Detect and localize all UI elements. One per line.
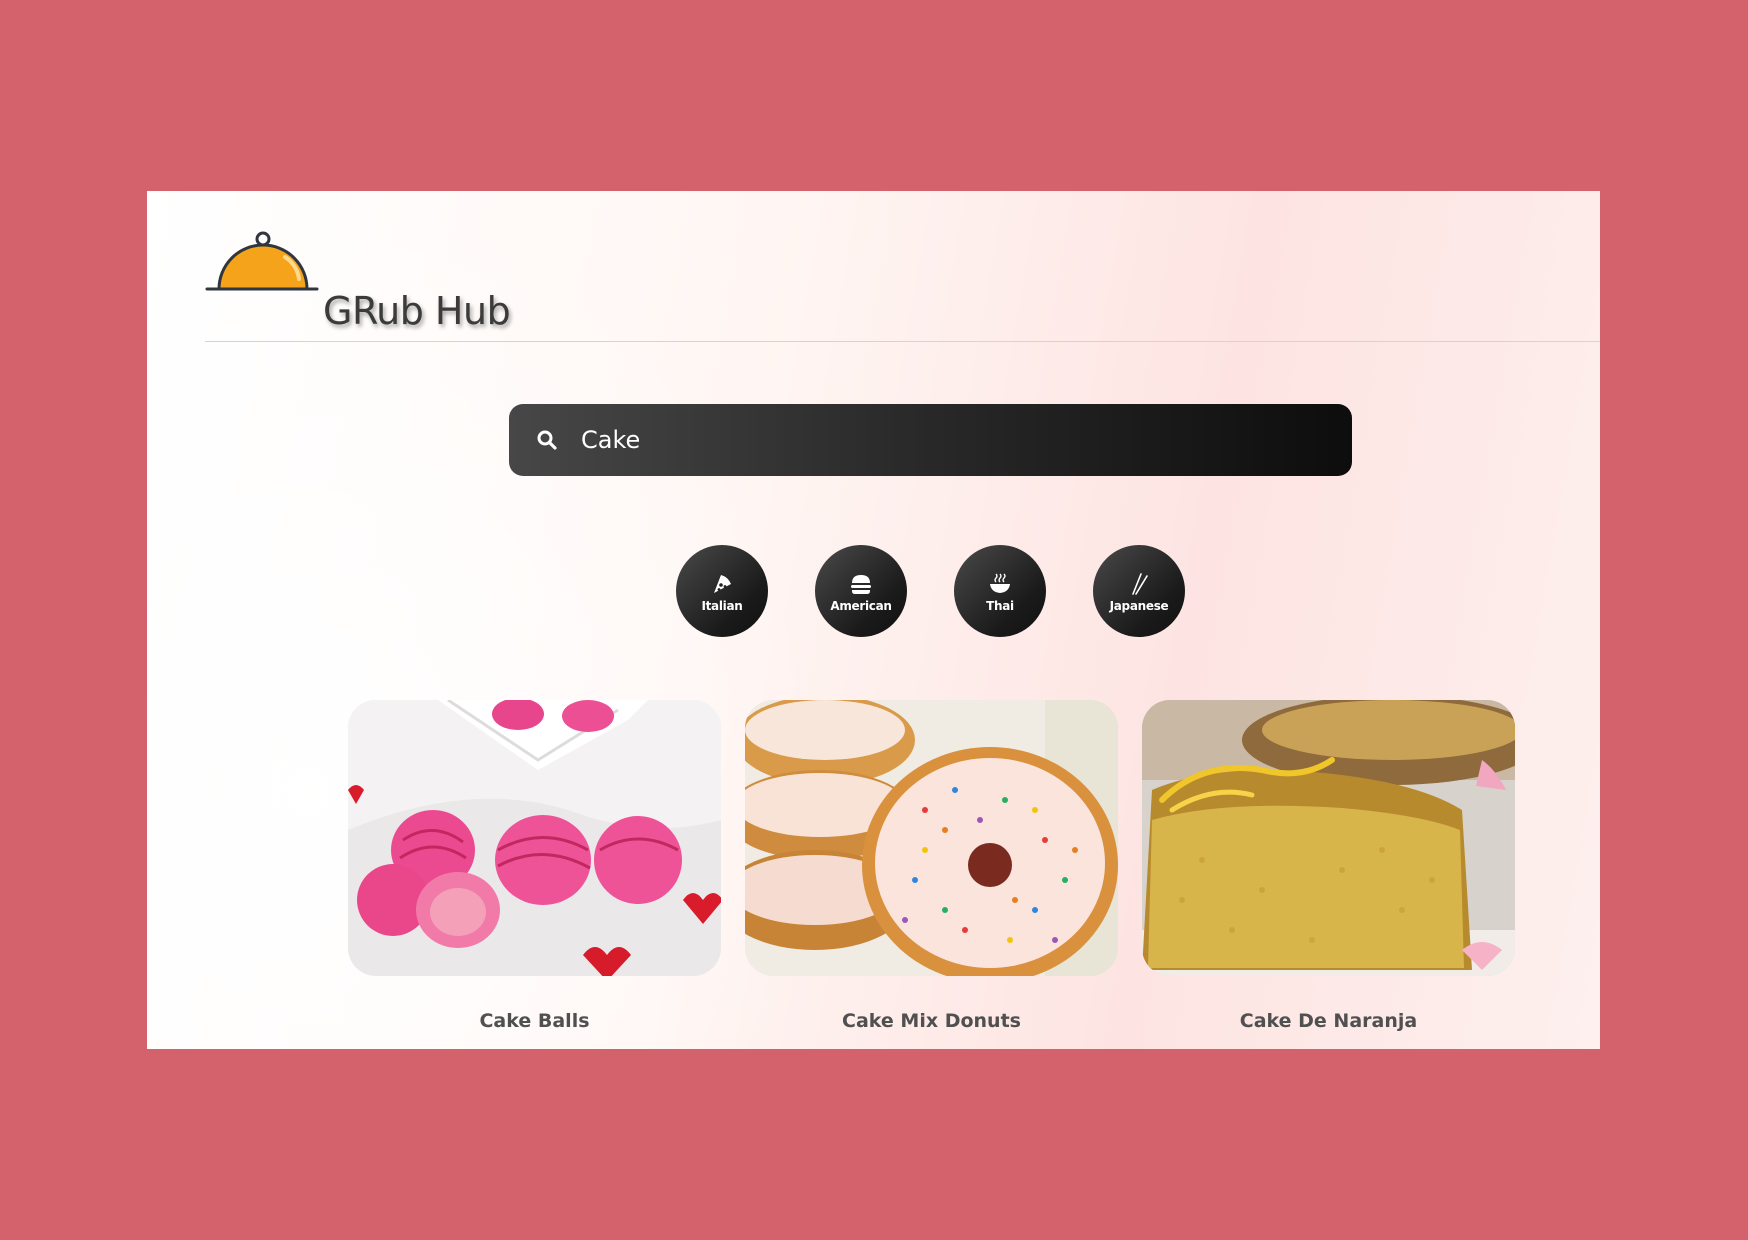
cuisine-filters: Italian American Thai Japanese: [676, 545, 1185, 637]
noodle-bowl-icon: [990, 573, 1010, 593]
cuisine-thai-button[interactable]: Thai: [954, 545, 1046, 637]
app-title: GRub Hub: [323, 289, 511, 333]
cuisine-label: Japanese: [1109, 598, 1169, 613]
orange-cake-image: [1142, 700, 1515, 976]
food-cloche-icon: [205, 231, 319, 291]
recipe-title[interactable]: Cake Balls: [348, 1010, 721, 1032]
recipe-card[interactable]: Cake De Naranja: [1142, 700, 1515, 1032]
recipe-title[interactable]: Cake Mix Donuts: [745, 1010, 1118, 1032]
cake-balls-image: [348, 700, 721, 976]
header: GRub Hub: [147, 191, 1600, 342]
recipe-card[interactable]: Cake Balls: [348, 700, 721, 1032]
recipe-image[interactable]: [1142, 700, 1515, 976]
donuts-image: [745, 700, 1118, 976]
burger-icon: [851, 574, 871, 594]
search-bar[interactable]: [509, 404, 1352, 476]
cuisine-japanese-button[interactable]: Japanese: [1093, 545, 1185, 637]
search-input[interactable]: [581, 418, 1321, 462]
recipe-image[interactable]: [745, 700, 1118, 976]
cuisine-label: Thai: [986, 598, 1014, 613]
recipe-card[interactable]: Cake Mix Donuts: [745, 700, 1118, 1032]
chopsticks-icon: [1132, 572, 1148, 595]
cuisine-label: American: [830, 598, 892, 613]
results-grid: Cake Balls Cake Mix Donuts Cake De Naran…: [348, 700, 1515, 1032]
search-icon[interactable]: [536, 429, 558, 451]
recipe-image[interactable]: [348, 700, 721, 976]
app-window: GRub Hub Italian American: [147, 191, 1600, 1049]
cuisine-italian-button[interactable]: Italian: [676, 545, 768, 637]
pizza-icon: [714, 574, 731, 593]
cuisine-american-button[interactable]: American: [815, 545, 907, 637]
cuisine-label: Italian: [701, 598, 743, 613]
header-divider: [205, 341, 1600, 342]
recipe-title[interactable]: Cake De Naranja: [1142, 1010, 1515, 1032]
